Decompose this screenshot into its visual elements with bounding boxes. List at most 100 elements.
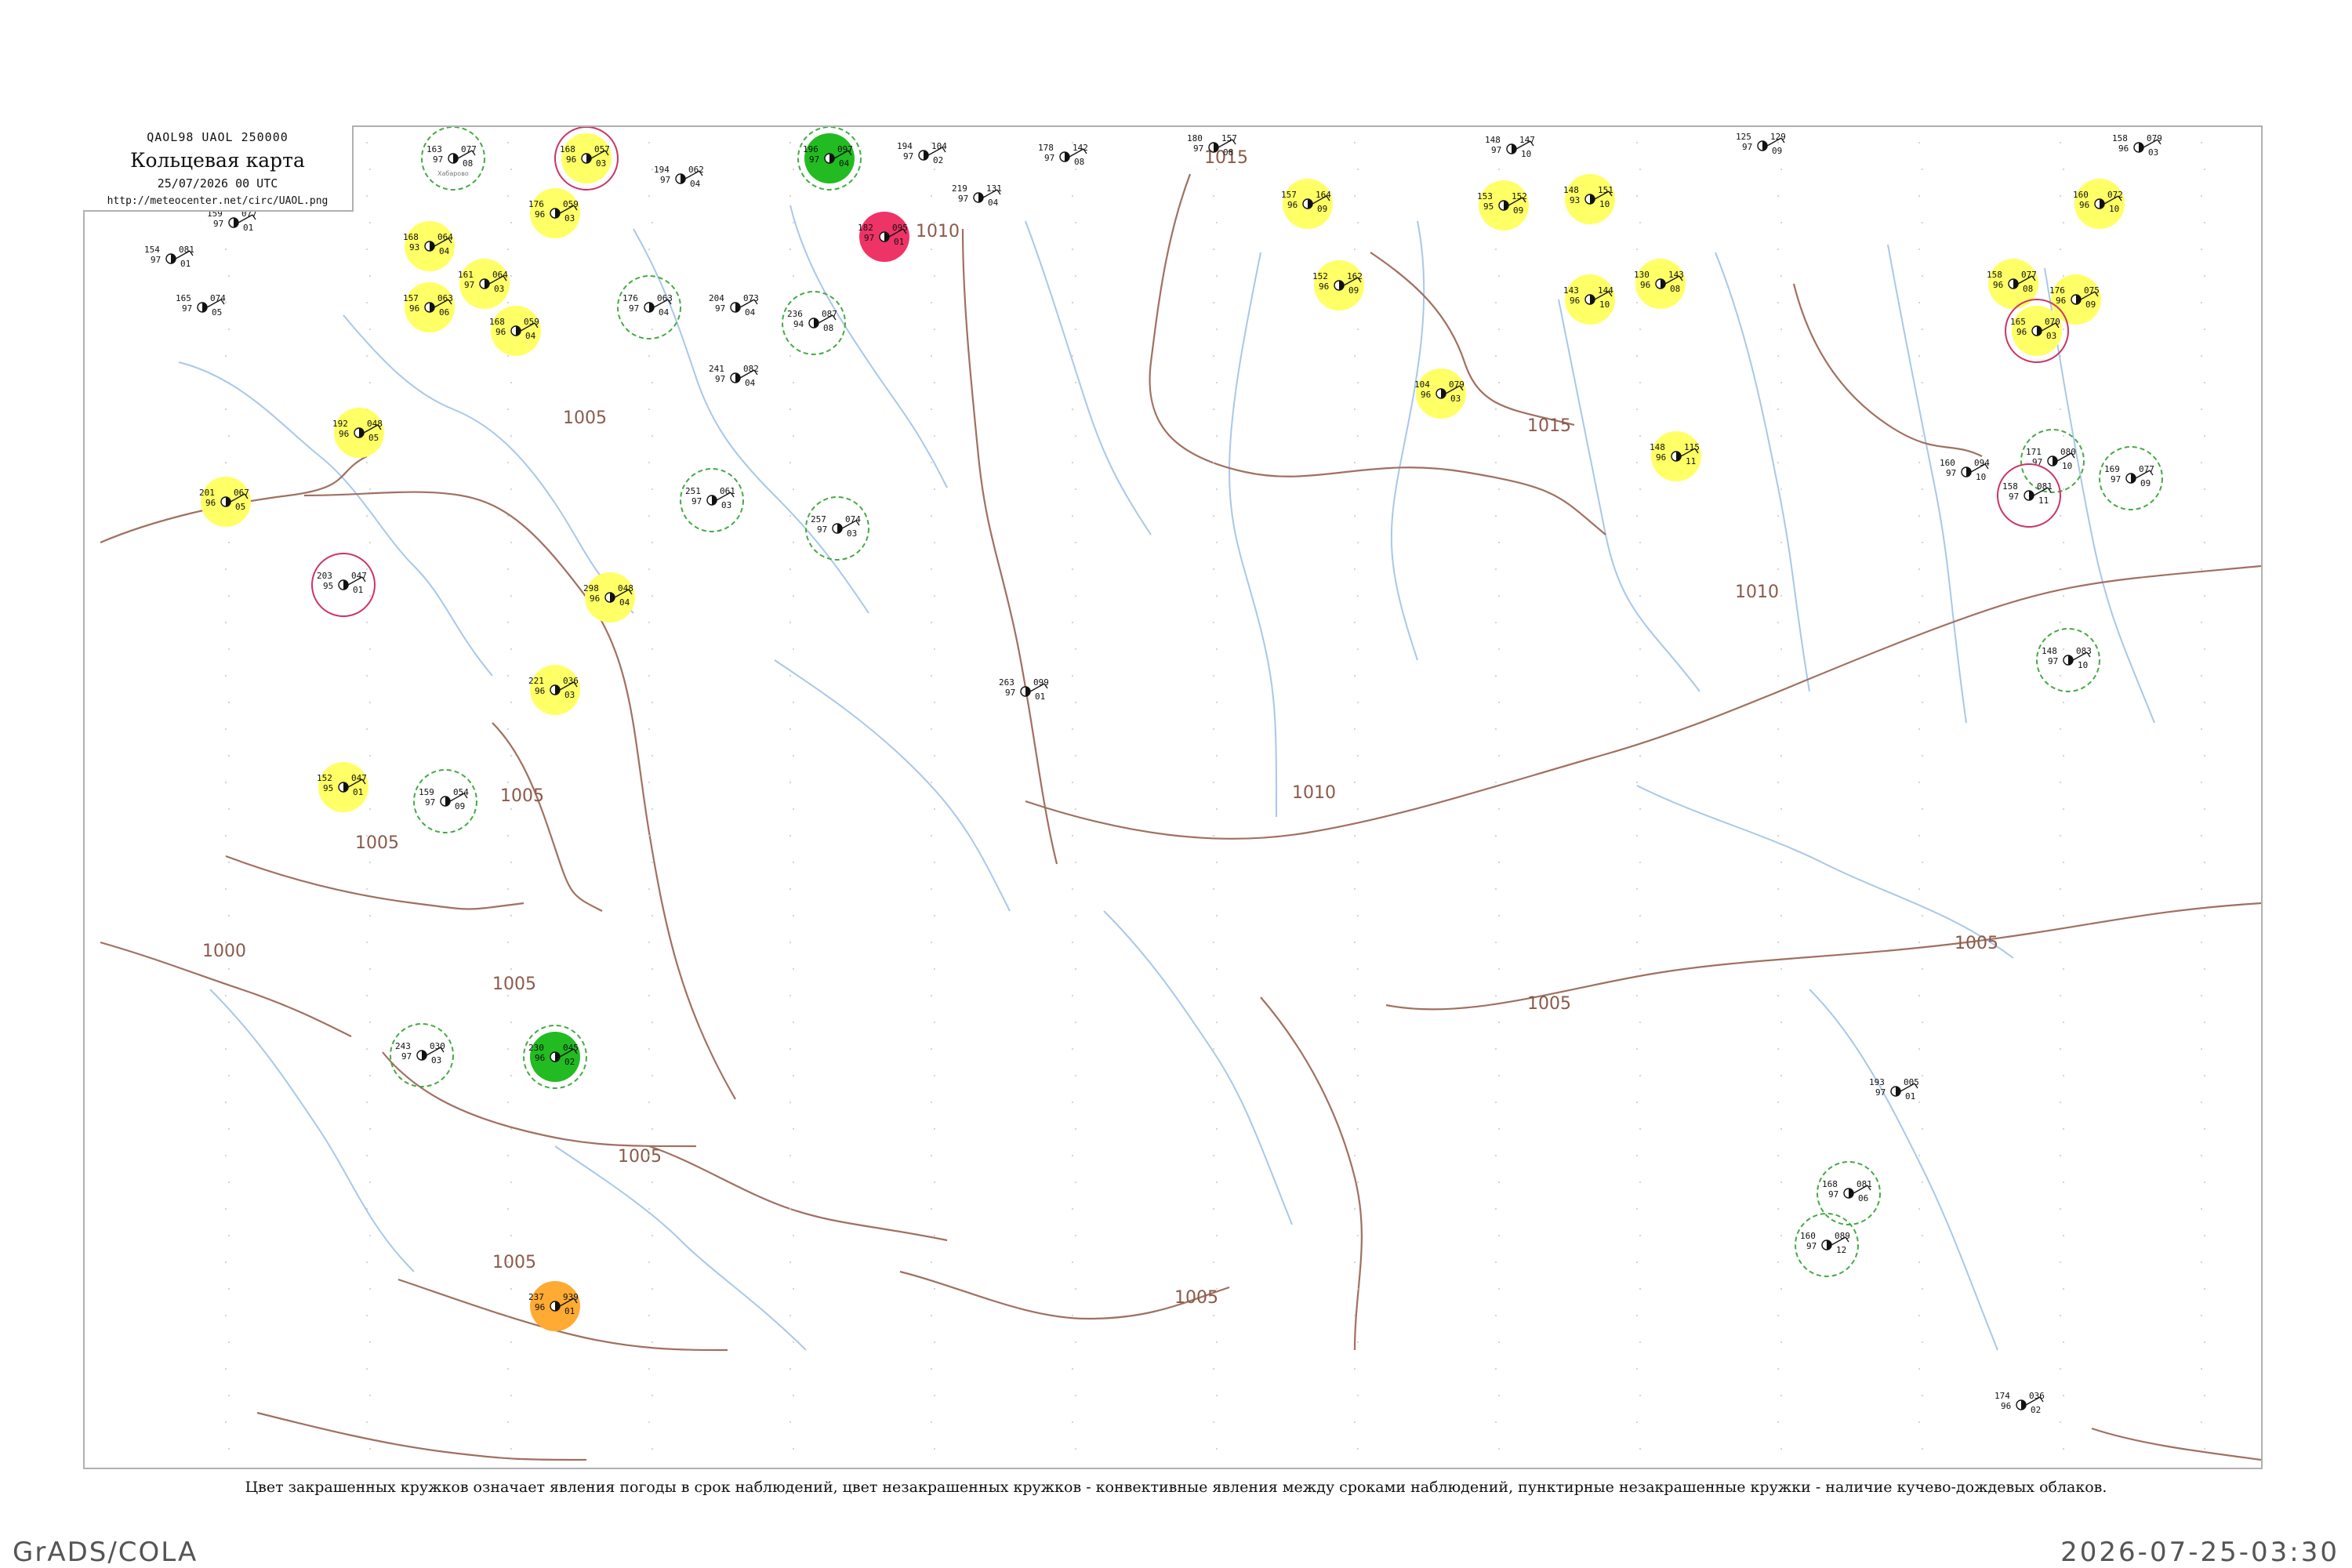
station-temperature: 180 xyxy=(1187,133,1203,143)
grid-dot xyxy=(1075,915,1076,916)
grid-dot xyxy=(931,1102,932,1103)
grid-dot xyxy=(1636,622,1638,623)
grid-dot xyxy=(225,462,227,463)
grid-dot xyxy=(934,275,935,277)
grid-dot xyxy=(931,675,932,677)
station-12: 176 059 96 03 xyxy=(528,188,580,238)
grid-dot xyxy=(1495,249,1497,250)
grid-dot xyxy=(2201,249,2202,250)
grid-dot xyxy=(1918,782,1920,783)
station-dewpoint: 96 xyxy=(1319,281,1329,292)
grid-dot xyxy=(2063,968,2064,970)
isobar-label: 1010 xyxy=(916,222,960,241)
grid-dot xyxy=(1922,862,1923,863)
grid-dot xyxy=(1216,702,1218,703)
grid-dot xyxy=(648,568,650,570)
grid-dot xyxy=(1357,1075,1359,1076)
grid-dot xyxy=(1354,142,1356,143)
grid-dot xyxy=(1495,995,1497,996)
grid-dot xyxy=(228,915,230,916)
grid-dot xyxy=(1918,888,1920,890)
station-38: 251 061 97 03 xyxy=(680,468,744,532)
grid-dot xyxy=(1498,382,1500,383)
station-temperature: 163 xyxy=(426,144,442,154)
grid-dot xyxy=(1918,1368,1920,1370)
grid-dot xyxy=(652,968,653,970)
station-pressure: 047 xyxy=(351,773,367,783)
grid-dot xyxy=(2063,1075,2064,1076)
station-temperature: 158 xyxy=(2002,481,2018,492)
station-dewpoint: 97 xyxy=(425,797,435,808)
grid-dot xyxy=(1918,249,1920,250)
grid-dot xyxy=(1777,568,1779,570)
grid-dot xyxy=(366,249,368,250)
grid-dot xyxy=(2204,1181,2205,1183)
grid-dot xyxy=(225,1208,227,1210)
grid-dot xyxy=(1918,1261,1920,1263)
station-pressure: 070 xyxy=(2045,317,2060,327)
station-visibility: 01 xyxy=(1035,691,1045,702)
grid-dot xyxy=(931,302,932,303)
station-pressure: 151 xyxy=(1598,185,1613,195)
grid-dot xyxy=(366,675,368,677)
grid-dot xyxy=(1213,888,1214,890)
grid-dot xyxy=(1495,1315,1497,1316)
grid-dot xyxy=(934,1448,935,1450)
grid-dot xyxy=(1922,1075,1923,1076)
grid-dot xyxy=(652,1022,653,1023)
grid-dot xyxy=(366,1155,368,1156)
grid-dot xyxy=(2204,1235,2205,1236)
grid-dot xyxy=(934,1288,935,1290)
grid-dot xyxy=(1780,1181,1782,1183)
grid-dot xyxy=(1498,1341,1500,1343)
grid-dot xyxy=(2063,435,2064,437)
grid-dot xyxy=(1072,675,1073,677)
grid-dot xyxy=(2063,382,2064,383)
station-visibility: 03 xyxy=(2046,331,2056,341)
isobar-label: 1005 xyxy=(492,1253,536,1272)
grid-dot xyxy=(228,808,230,810)
grid-dot xyxy=(1639,755,1641,757)
grid-dot xyxy=(1922,702,1923,703)
grid-dot xyxy=(789,249,791,250)
grid-dot xyxy=(1354,568,1356,570)
station-temperature: 176 xyxy=(528,199,544,209)
grid-dot xyxy=(1354,1421,1356,1423)
station-temperature: 193 xyxy=(1869,1077,1885,1087)
station-dewpoint: 97 xyxy=(433,154,443,165)
station-pressure: 143 xyxy=(1668,270,1684,280)
station-dewpoint: 96 xyxy=(2079,200,2089,210)
grid-dot xyxy=(2201,1315,2202,1316)
grid-dot xyxy=(225,568,227,570)
grid-dot xyxy=(1498,968,1500,970)
station-pressure: 057 xyxy=(594,144,610,154)
grid-dot xyxy=(1075,808,1076,810)
station-dewpoint: 97 xyxy=(1828,1189,1838,1200)
station-visibility: 04 xyxy=(690,179,701,189)
isobar-label: 1005 xyxy=(1527,994,1571,1014)
grid-dot xyxy=(931,249,932,250)
grid-dot xyxy=(1354,195,1356,197)
station-7: 148 147 97 10 xyxy=(1485,135,1535,159)
grid-dot xyxy=(1216,542,1218,543)
grid-dot xyxy=(1639,1181,1641,1183)
grid-dot xyxy=(1075,488,1076,490)
grid-dot xyxy=(225,728,227,730)
station-visibility: 04 xyxy=(988,198,999,208)
grid-dot xyxy=(648,1208,650,1210)
grid-dot xyxy=(1922,1022,1923,1023)
isobars xyxy=(100,173,2261,1461)
grid-dot xyxy=(1354,1261,1356,1263)
station-51: 243 030 97 03 xyxy=(390,1023,454,1087)
station-temperature: 148 xyxy=(1650,442,1665,452)
grid-dot xyxy=(1922,1181,1923,1183)
grid-dot xyxy=(648,1261,650,1263)
station-temperature: 192 xyxy=(332,419,348,429)
grid-dot xyxy=(228,862,230,863)
grid-dot xyxy=(934,382,935,383)
grid-dot xyxy=(789,142,791,143)
grid-dot xyxy=(366,355,368,357)
station-dewpoint: 96 xyxy=(590,593,600,604)
station-dewpoint: 97 xyxy=(182,303,192,314)
grid-dot xyxy=(228,435,230,437)
